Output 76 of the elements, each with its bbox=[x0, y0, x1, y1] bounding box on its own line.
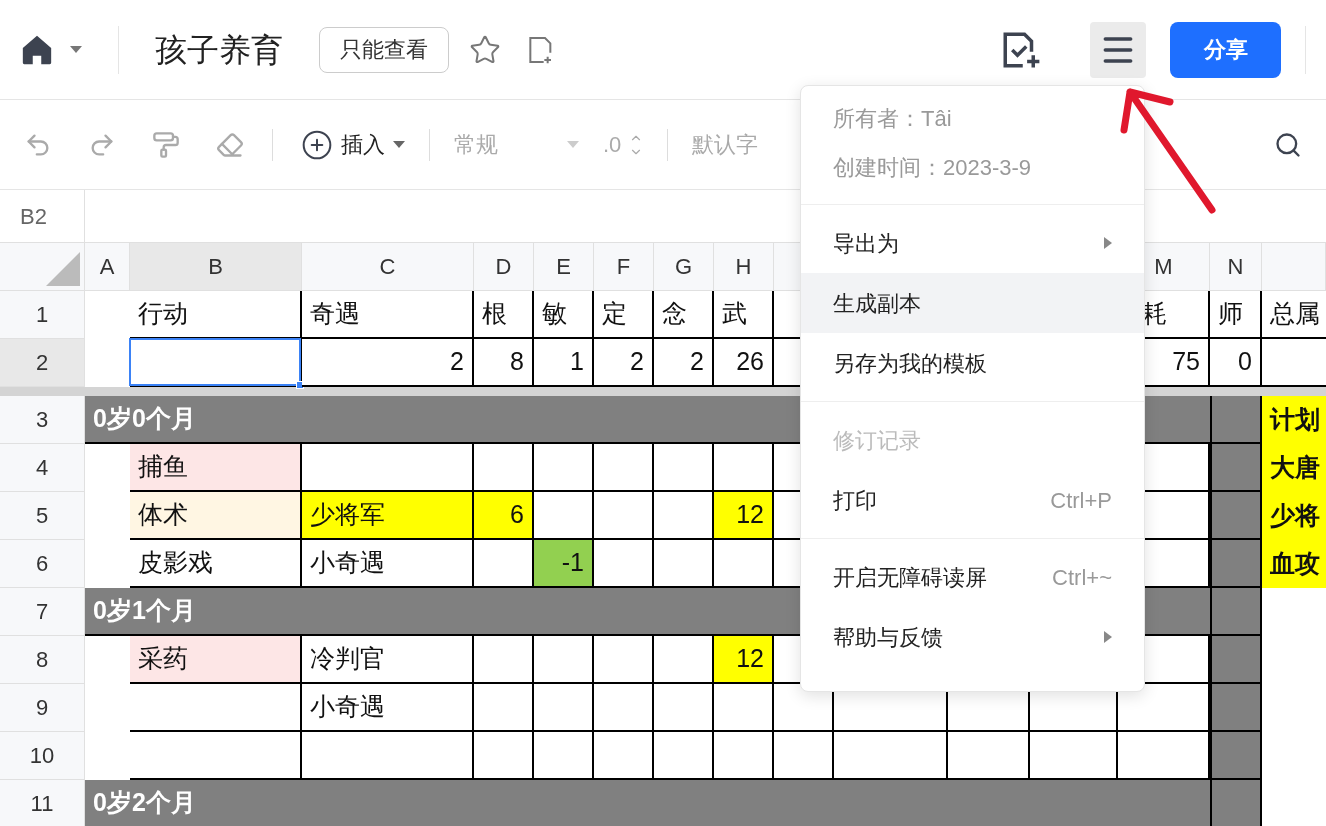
row-header[interactable]: 5 bbox=[0, 492, 85, 540]
column-header[interactable]: E bbox=[534, 243, 594, 291]
row-header[interactable]: 1 bbox=[0, 291, 85, 339]
row-header[interactable]: 7 bbox=[0, 588, 85, 636]
submenu-arrow-icon bbox=[1104, 237, 1112, 249]
table-cell: -1 bbox=[534, 540, 594, 588]
table-cell: 冷判官 bbox=[302, 636, 474, 684]
caret-icon bbox=[393, 140, 405, 149]
document-info: 创建时间：2023-3-9 bbox=[833, 154, 1033, 182]
table-cell: 体术 bbox=[130, 492, 302, 540]
document-info: 所有者：Tâi bbox=[833, 105, 953, 133]
format-painter-icon[interactable] bbox=[152, 130, 180, 159]
insert-button[interactable]: 插入 bbox=[301, 128, 405, 161]
table-cell: 8 bbox=[474, 339, 534, 387]
table-cell: 皮影戏 bbox=[130, 540, 302, 588]
table-cell: 计划 bbox=[1262, 396, 1326, 444]
table-cell: 大唐 bbox=[1262, 444, 1326, 492]
column-header[interactable]: F bbox=[594, 243, 654, 291]
dropdown-caret-icon bbox=[70, 45, 82, 54]
row-header[interactable]: 8 bbox=[0, 636, 85, 684]
column-header[interactable]: N bbox=[1210, 243, 1262, 291]
table-cell: 小奇遇 bbox=[302, 540, 474, 588]
section-band: 0岁2个月 bbox=[85, 780, 1210, 826]
table-cell: 血攻 bbox=[1262, 540, 1326, 588]
menu-item[interactable]: 打印 Ctrl+P bbox=[801, 470, 1144, 530]
row-header[interactable]: 11 bbox=[0, 780, 85, 826]
decimal-value: .0 bbox=[603, 131, 622, 159]
table-cell: 定 bbox=[594, 291, 654, 339]
shortcut-hint: Ctrl+P bbox=[1050, 486, 1112, 515]
table-cell: 2 bbox=[302, 339, 474, 387]
row-header[interactable]: 9 bbox=[0, 684, 85, 732]
table-cell: 念 bbox=[654, 291, 714, 339]
table-cell: 采药 bbox=[130, 636, 302, 684]
cell-reference: B2 bbox=[0, 190, 85, 242]
table-cell: 武 bbox=[714, 291, 774, 339]
document-title: 孩子养育 bbox=[155, 30, 283, 70]
select-all-corner-icon[interactable] bbox=[46, 252, 80, 286]
column-header[interactable]: G bbox=[654, 243, 714, 291]
column-header[interactable]: H bbox=[714, 243, 774, 291]
table-cell: 2 bbox=[594, 339, 654, 387]
table-cell: 师 bbox=[1210, 291, 1262, 339]
column-header[interactable]: A bbox=[85, 243, 130, 291]
table-cell: 12 bbox=[714, 492, 774, 540]
column-header[interactable]: C bbox=[302, 243, 474, 291]
table-cell: 行动 bbox=[130, 291, 302, 339]
column-header[interactable] bbox=[1262, 243, 1326, 291]
row-header[interactable]: 4 bbox=[0, 444, 85, 492]
submenu-arrow-icon bbox=[1104, 631, 1112, 643]
permission-badge: 只能查看 bbox=[319, 26, 449, 73]
table-cell: 少将军 bbox=[302, 492, 474, 540]
search-icon[interactable] bbox=[1274, 130, 1302, 159]
menu-button[interactable] bbox=[1090, 21, 1146, 78]
table-cell: 根 bbox=[474, 291, 534, 339]
table-cell: 0 bbox=[1210, 339, 1262, 387]
table-cell: 敏 bbox=[534, 291, 594, 339]
caret-icon bbox=[567, 140, 579, 149]
star-icon[interactable] bbox=[469, 33, 501, 66]
row-header[interactable]: 2 bbox=[0, 339, 85, 387]
column-header[interactable]: D bbox=[474, 243, 534, 291]
table-cell: 奇遇 bbox=[302, 291, 474, 339]
table-cell: 捕鱼 bbox=[130, 444, 302, 492]
table-cell: 12 bbox=[714, 636, 774, 684]
table-cell: 少将 bbox=[1262, 492, 1326, 540]
row-header[interactable]: 10 bbox=[0, 732, 85, 780]
table-cell: 6 bbox=[474, 492, 534, 540]
table-cell: 2 bbox=[654, 339, 714, 387]
table-cell: 小奇遇 bbox=[302, 684, 474, 732]
row-header[interactable]: 3 bbox=[0, 396, 85, 444]
menu-item[interactable]: 生成副本 bbox=[801, 273, 1144, 333]
column-header[interactable]: B bbox=[130, 243, 302, 291]
table-cell: 1 bbox=[534, 339, 594, 387]
share-button[interactable]: 分享 bbox=[1170, 21, 1281, 78]
row-header[interactable]: 6 bbox=[0, 540, 85, 588]
plus-circle-icon bbox=[301, 128, 333, 161]
table-cell: 26 bbox=[714, 339, 774, 387]
eraser-icon[interactable] bbox=[216, 130, 244, 159]
